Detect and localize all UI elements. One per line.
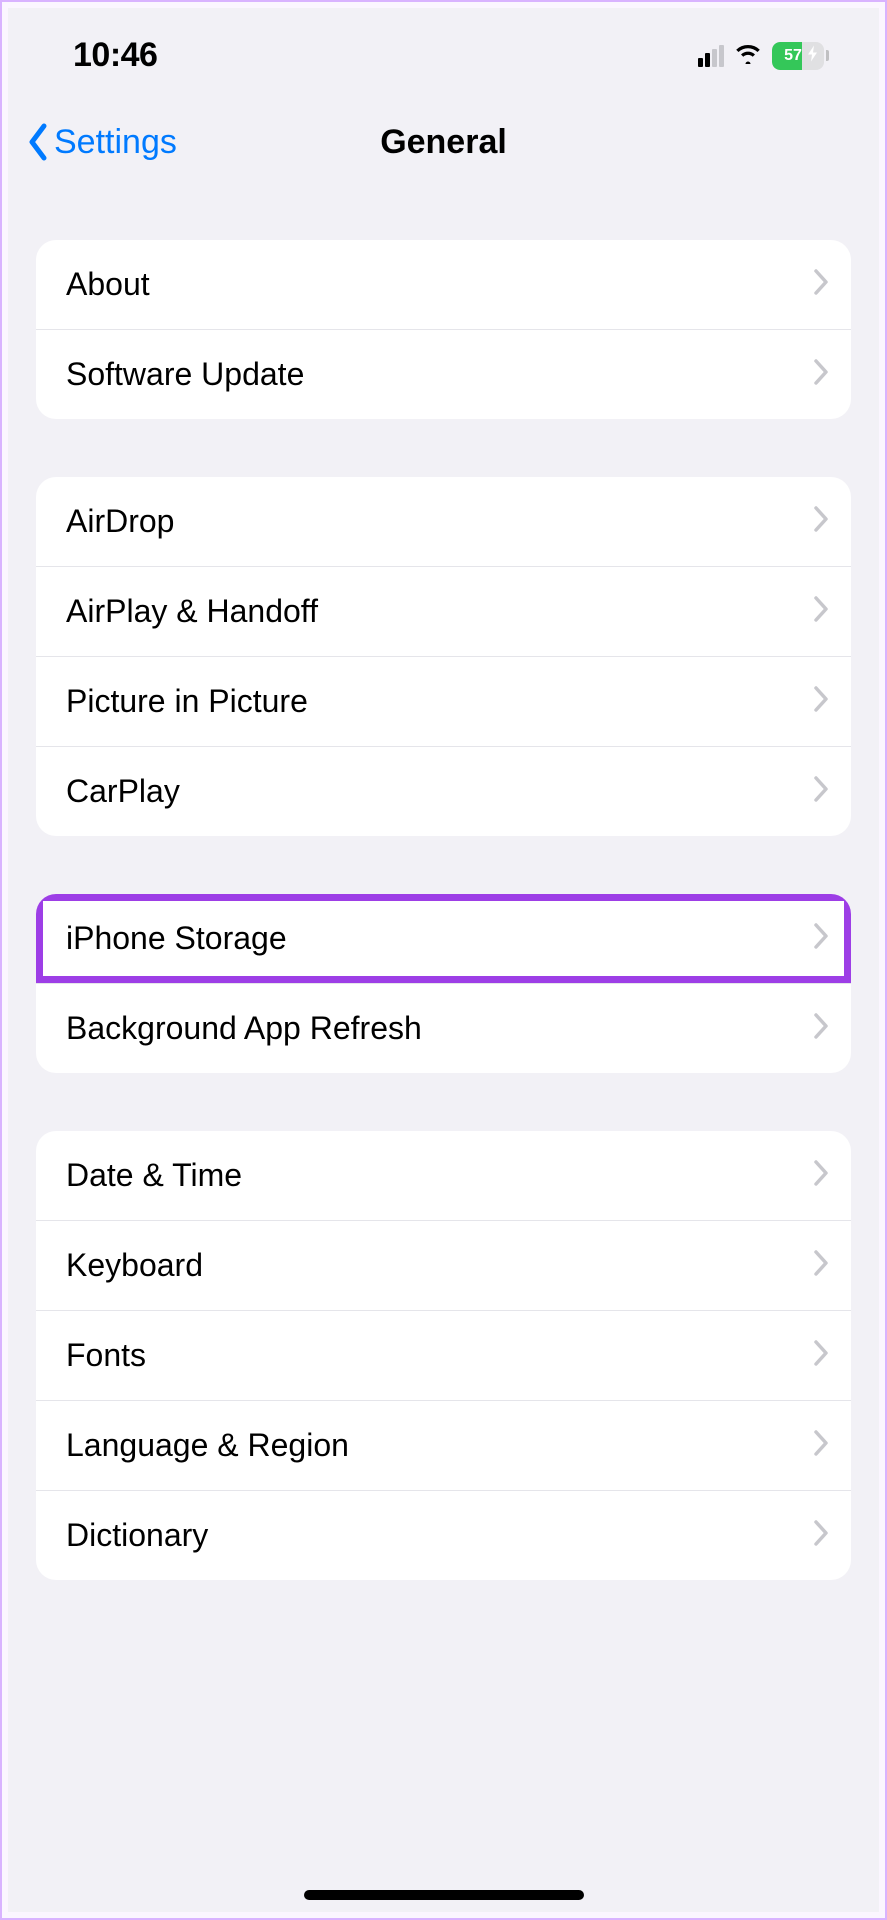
back-button[interactable]: Settings: [26, 123, 177, 162]
home-indicator[interactable]: [304, 1890, 584, 1900]
chevron-right-icon: [813, 1247, 829, 1284]
row-label: Language & Region: [66, 1427, 813, 1464]
wifi-icon: [733, 42, 763, 69]
row-label: About: [66, 266, 813, 303]
page-title: General: [380, 123, 507, 162]
chevron-right-icon: [813, 1010, 829, 1047]
status-bar: 10:46 57: [8, 8, 879, 93]
chevron-right-icon: [813, 266, 829, 303]
row-about[interactable]: About: [36, 240, 851, 330]
battery-icon: 57: [772, 42, 829, 70]
chevron-right-icon: [813, 1157, 829, 1194]
row-label: Background App Refresh: [66, 1010, 813, 1047]
row-airdrop[interactable]: AirDrop: [36, 477, 851, 567]
settings-group: About Software Update: [36, 240, 851, 419]
row-label: Picture in Picture: [66, 683, 813, 720]
chevron-right-icon: [813, 356, 829, 393]
chevron-right-icon: [813, 773, 829, 810]
settings-group: AirDrop AirPlay & Handoff Picture in Pic…: [36, 477, 851, 836]
row-software-update[interactable]: Software Update: [36, 330, 851, 419]
cellular-signal-icon: [698, 45, 724, 67]
chevron-left-icon: [26, 123, 50, 161]
row-label: AirDrop: [66, 503, 813, 540]
navigation-bar: Settings General: [8, 93, 879, 185]
row-airplay-handoff[interactable]: AirPlay & Handoff: [36, 567, 851, 657]
row-label: Fonts: [66, 1337, 813, 1374]
row-carplay[interactable]: CarPlay: [36, 747, 851, 836]
row-keyboard[interactable]: Keyboard: [36, 1221, 851, 1311]
row-background-app-refresh[interactable]: Background App Refresh: [36, 984, 851, 1073]
settings-group: Date & Time Keyboard Fonts Language & Re…: [36, 1131, 851, 1580]
row-date-time[interactable]: Date & Time: [36, 1131, 851, 1221]
row-label: iPhone Storage: [66, 920, 813, 957]
row-iphone-storage[interactable]: iPhone Storage: [36, 894, 851, 984]
status-time: 10:46: [73, 36, 157, 75]
chevron-right-icon: [813, 1427, 829, 1464]
status-icons: 57: [698, 42, 829, 70]
settings-list: About Software Update AirDrop AirPlay & …: [8, 185, 879, 1912]
chevron-right-icon: [813, 503, 829, 540]
row-picture-in-picture[interactable]: Picture in Picture: [36, 657, 851, 747]
row-label: Dictionary: [66, 1517, 813, 1554]
row-dictionary[interactable]: Dictionary: [36, 1491, 851, 1580]
chevron-right-icon: [813, 1337, 829, 1374]
chevron-right-icon: [813, 683, 829, 720]
settings-group: iPhone Storage Background App Refresh: [36, 894, 851, 1073]
row-label: Software Update: [66, 356, 813, 393]
row-label: Date & Time: [66, 1157, 813, 1194]
row-label: Keyboard: [66, 1247, 813, 1284]
chevron-right-icon: [813, 593, 829, 630]
chevron-right-icon: [813, 1517, 829, 1554]
row-label: AirPlay & Handoff: [66, 593, 813, 630]
row-language-region[interactable]: Language & Region: [36, 1401, 851, 1491]
back-label: Settings: [54, 123, 177, 162]
row-fonts[interactable]: Fonts: [36, 1311, 851, 1401]
row-label: CarPlay: [66, 773, 813, 810]
chevron-right-icon: [813, 920, 829, 957]
